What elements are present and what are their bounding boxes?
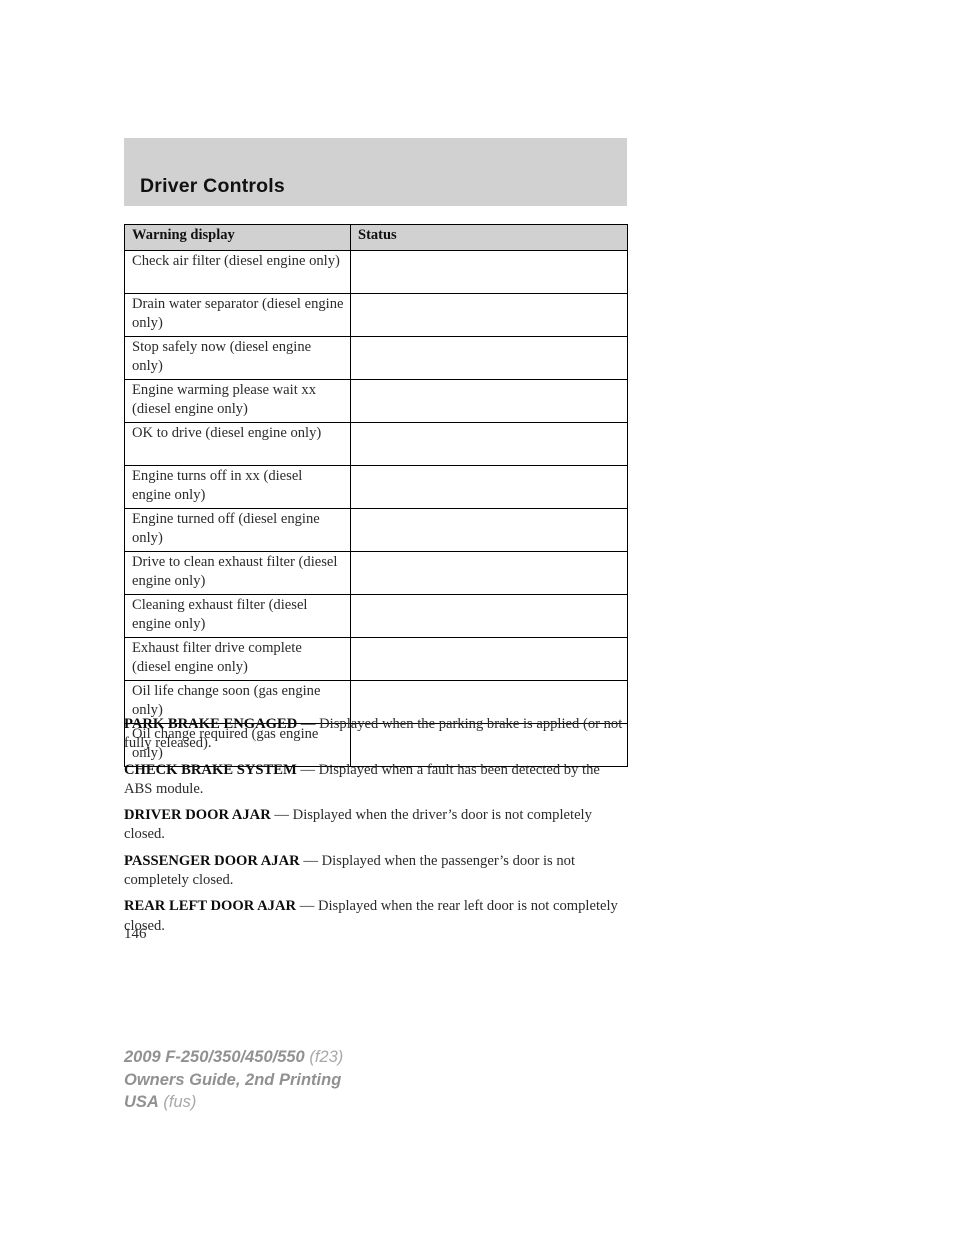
warning-display-cell: Drain water separator (diesel engine onl…: [124, 293, 351, 337]
footer-line-1: 2009 F-250/350/450/550 (f23): [124, 1046, 343, 1069]
definition-paragraph: CHECK BRAKE SYSTEM — Displayed when a fa…: [124, 761, 629, 800]
status-cell: [350, 293, 628, 337]
table-row: Cleaning exhaust filter (diesel engine o…: [124, 594, 628, 638]
definition-term: PARK BRAKE ENGAGED: [124, 716, 298, 732]
footer-model: 2009 F-250/350/450/550: [124, 1048, 305, 1066]
footer-line-2: Owners Guide, 2nd Printing: [124, 1069, 343, 1092]
column-header-status: Status: [350, 224, 628, 251]
status-cell: [350, 336, 628, 380]
table-row: Engine turned off (diesel engine only): [124, 508, 628, 552]
definition-paragraph: PASSENGER DOOR AJAR — Displayed when the…: [124, 852, 629, 891]
footer-region: USA: [124, 1093, 159, 1111]
table-header-row: Warning display Status: [124, 224, 628, 251]
definition-paragraph: REAR LEFT DOOR AJAR — Displayed when the…: [124, 897, 629, 936]
status-cell: [350, 637, 628, 681]
table-body: Check air filter (diesel engine only) Dra…: [124, 250, 628, 767]
status-cell: [350, 551, 628, 595]
warning-display-cell: Engine turned off (diesel engine only): [124, 508, 351, 552]
status-cell: [350, 465, 628, 509]
footer-model-code: (f23): [304, 1048, 344, 1066]
definition-term: PASSENGER DOOR AJAR: [124, 852, 300, 869]
table-row: Exhaust filter drive complete (diesel en…: [124, 637, 628, 681]
status-cell: [350, 379, 628, 423]
footer-region-code: (fus): [158, 1093, 197, 1111]
document-footer: 2009 F-250/350/450/550 (f23) Owners Guid…: [124, 1046, 343, 1114]
warning-display-cell: Drive to clean exhaust filter (diesel en…: [124, 551, 351, 595]
section-banner: Driver Controls: [124, 138, 627, 206]
table-row: Drain water separator (diesel engine onl…: [124, 293, 628, 337]
warning-display-cell: Check air filter (diesel engine only): [124, 250, 351, 294]
status-cell: [350, 594, 628, 638]
table-row: Engine turns off in xx (diesel engine on…: [124, 465, 628, 509]
definition-term: CHECK BRAKE SYSTEM: [124, 761, 297, 778]
footer-guide: Owners Guide, 2nd Printing: [124, 1070, 342, 1089]
definition-paragraph: DRIVER DOOR AJAR — Displayed when the dr…: [124, 806, 629, 845]
warning-display-cell: Cleaning exhaust filter (diesel engine o…: [124, 594, 351, 638]
table-row: Check air filter (diesel engine only): [124, 250, 628, 294]
table-row: Stop safely now (diesel engine only): [124, 336, 628, 380]
section-title: Driver Controls: [140, 175, 285, 197]
table-row: OK to drive (diesel engine only): [124, 422, 628, 466]
table-header: Warning display Status: [124, 224, 628, 251]
footer-line-3: USA (fus): [124, 1091, 343, 1114]
column-header-warning-display: Warning display: [124, 224, 351, 251]
warning-display-cell: Exhaust filter drive complete (diesel en…: [124, 637, 351, 681]
definition-paragraph: PARK BRAKE ENGAGED — Displayed when the …: [124, 715, 629, 754]
warning-display-cell: Engine warming please wait xx (diesel en…: [124, 379, 351, 423]
table-row: Engine warming please wait xx (diesel en…: [124, 379, 628, 423]
status-cell: [350, 508, 628, 552]
warning-display-cell: Stop safely now (diesel engine only): [124, 336, 351, 380]
definition-term: REAR LEFT DOOR AJAR: [124, 898, 297, 915]
warning-display-table: Warning display Status Check air filter …: [124, 224, 628, 767]
status-cell: [350, 250, 628, 294]
warning-display-cell: Engine turns off in xx (diesel engine on…: [124, 465, 351, 509]
definitions-list: PARK BRAKE ENGAGED — Displayed when the …: [124, 715, 629, 943]
warning-display-cell: OK to drive (diesel engine only): [124, 422, 351, 466]
document-page: Driver Controls Warning display Status C…: [0, 0, 954, 1235]
status-cell: [350, 422, 628, 466]
table-row: Drive to clean exhaust filter (diesel en…: [124, 551, 628, 595]
definition-term: DRIVER DOOR AJAR: [124, 807, 271, 824]
page-number: 146: [124, 926, 147, 942]
